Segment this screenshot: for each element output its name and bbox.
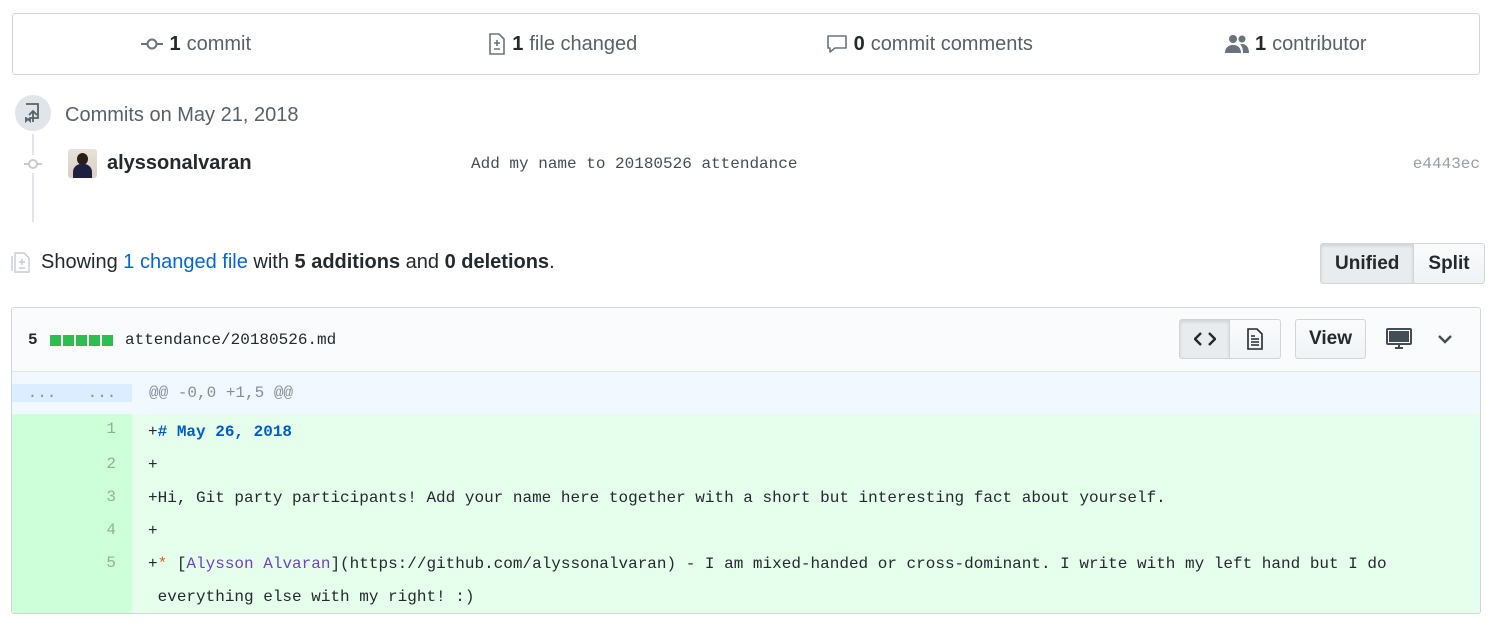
old-line-number[interactable] — [12, 482, 72, 515]
old-line-number[interactable] — [12, 449, 72, 482]
diff-view-toggle: Unified Split — [1320, 243, 1485, 284]
diff-summary-text: Showing 1 changed file with 5 additions … — [41, 251, 555, 274]
diffstat-block-addition — [75, 334, 87, 346]
new-line-number[interactable]: 4 — [72, 515, 132, 548]
view-file-button[interactable]: View — [1295, 319, 1366, 359]
addition-marker: + — [148, 456, 158, 474]
diff-addition-row: 3 +Hi, Git party participants! Add your n… — [12, 482, 1480, 515]
diffstat-blocks — [49, 334, 113, 346]
deletions-count: 0 deletions — [444, 251, 550, 273]
commit-author-link[interactable]: alyssonalvaran — [107, 152, 252, 175]
diff-code-line: + — [132, 515, 1480, 548]
file-name-link[interactable]: attendance/20180526.md — [125, 331, 336, 349]
hunk-header: @@ -0,0 +1,5 @@ — [132, 384, 1480, 402]
file-diff-icon — [11, 250, 31, 279]
code-token: Hi, Git party participants! Add your nam… — [157, 489, 1166, 507]
code-token: [ — [167, 555, 187, 573]
diff-code-line: + — [132, 449, 1480, 482]
code-token: Alysson Alvaran — [186, 555, 331, 573]
new-line-number[interactable]: 2 — [72, 449, 132, 482]
commit-comments-count[interactable]: 0 commit comments — [746, 14, 1113, 74]
people-icon — [1224, 35, 1249, 53]
commits-count[interactable]: 1 commit — [13, 14, 380, 74]
commit-icon — [141, 38, 164, 50]
files-changed-count[interactable]: 1 file changed — [380, 14, 747, 74]
contributors-label: contributor — [1272, 32, 1367, 55]
addition-marker: + — [148, 423, 158, 441]
file-view-toggle — [1179, 319, 1281, 359]
code-icon — [1193, 332, 1216, 346]
diff-code-line: +Hi, Git party participants! Add your na… — [132, 482, 1480, 515]
commit-dot-icon — [24, 155, 42, 173]
commits-label: commit — [186, 32, 252, 55]
file-header: 5 attendance/20180526.md View — [12, 308, 1480, 372]
chevron-down-icon[interactable] — [1436, 328, 1454, 355]
code-token: # May 26, 2018 — [157, 423, 293, 441]
files-number: 1 — [512, 32, 524, 55]
showing-with: with — [247, 251, 295, 273]
old-line-number[interactable]: ... — [12, 384, 72, 402]
unified-button[interactable]: Unified — [1320, 243, 1415, 284]
file-text-icon — [1247, 328, 1263, 350]
contributors-count[interactable]: 1 contributor — [1113, 14, 1480, 74]
comment-icon — [826, 35, 847, 53]
old-line-number[interactable] — [12, 414, 72, 449]
code-token: * — [157, 555, 168, 573]
addition-marker: + — [148, 522, 158, 540]
file-diff-icon — [489, 33, 506, 55]
diff-addition-row: 4 + — [12, 515, 1480, 548]
rich-diff-button[interactable] — [1230, 319, 1281, 359]
diffstat-block-addition — [101, 334, 113, 346]
diffstat-block-addition — [62, 334, 74, 346]
new-line-number[interactable]: 5 — [72, 548, 132, 613]
diff-addition-row: 1 +# May 26, 2018 — [12, 414, 1480, 449]
source-diff-button[interactable] — [1179, 319, 1230, 359]
diff-table: ... ... @@ -0,0 +1,5 @@ 1 +# May 26, 2018… — [12, 372, 1480, 613]
diff-addition-row: 2 + — [12, 449, 1480, 482]
addition-marker: + — [148, 555, 158, 573]
showing-prefix: Showing — [41, 251, 124, 273]
hunk-header-row: ... ... @@ -0,0 +1,5 @@ — [12, 372, 1480, 414]
showing-and: and — [400, 251, 445, 273]
summary-bar: 1 commit 1 file changed 0 commit comment… — [12, 13, 1480, 75]
comments-label: commit comments — [870, 32, 1033, 55]
diffstat-block-addition — [49, 334, 61, 346]
commits-date-heading: Commits on May 21, 2018 — [65, 104, 299, 126]
old-line-number[interactable] — [12, 515, 72, 548]
changed-files-link[interactable]: 1 changed file — [123, 251, 248, 273]
additions-count: 5 additions — [294, 251, 401, 273]
new-line-number[interactable]: ... — [72, 384, 132, 402]
new-line-number[interactable]: 3 — [72, 482, 132, 515]
commit-message-link[interactable]: Add my name to 20180526 attendance — [471, 155, 797, 173]
timeline-line — [32, 130, 34, 222]
split-button[interactable]: Split — [1414, 243, 1485, 284]
commits-number: 1 — [169, 32, 181, 55]
diff-code-line: +* [Alysson Alvaran](https://github.com/… — [132, 548, 1480, 613]
showing-suffix: . — [549, 251, 555, 273]
diff-addition-row: 5 +* [Alysson Alvaran](https://github.com… — [12, 548, 1480, 613]
file-diff: 5 attendance/20180526.md View ... ... @@… — [11, 307, 1481, 614]
diffstat: 5 — [28, 331, 113, 349]
files-label: file changed — [529, 32, 638, 55]
commit-sha-link[interactable]: e4443ec — [1413, 155, 1480, 173]
code-token: ](https://github.com/alyssonalvaran) - I… — [157, 555, 1387, 606]
repo-push-icon — [12, 92, 54, 134]
diff-code-line: +# May 26, 2018 — [132, 414, 1480, 449]
avatar[interactable] — [68, 149, 97, 178]
diffstat-block-addition — [88, 334, 100, 346]
contributors-number: 1 — [1254, 32, 1267, 55]
diffstat-count: 5 — [28, 331, 38, 349]
old-line-number[interactable] — [12, 548, 72, 613]
addition-marker: + — [148, 489, 158, 507]
comments-number: 0 — [853, 32, 865, 55]
new-line-number[interactable]: 1 — [72, 414, 132, 449]
display-icon[interactable] — [1386, 328, 1412, 355]
